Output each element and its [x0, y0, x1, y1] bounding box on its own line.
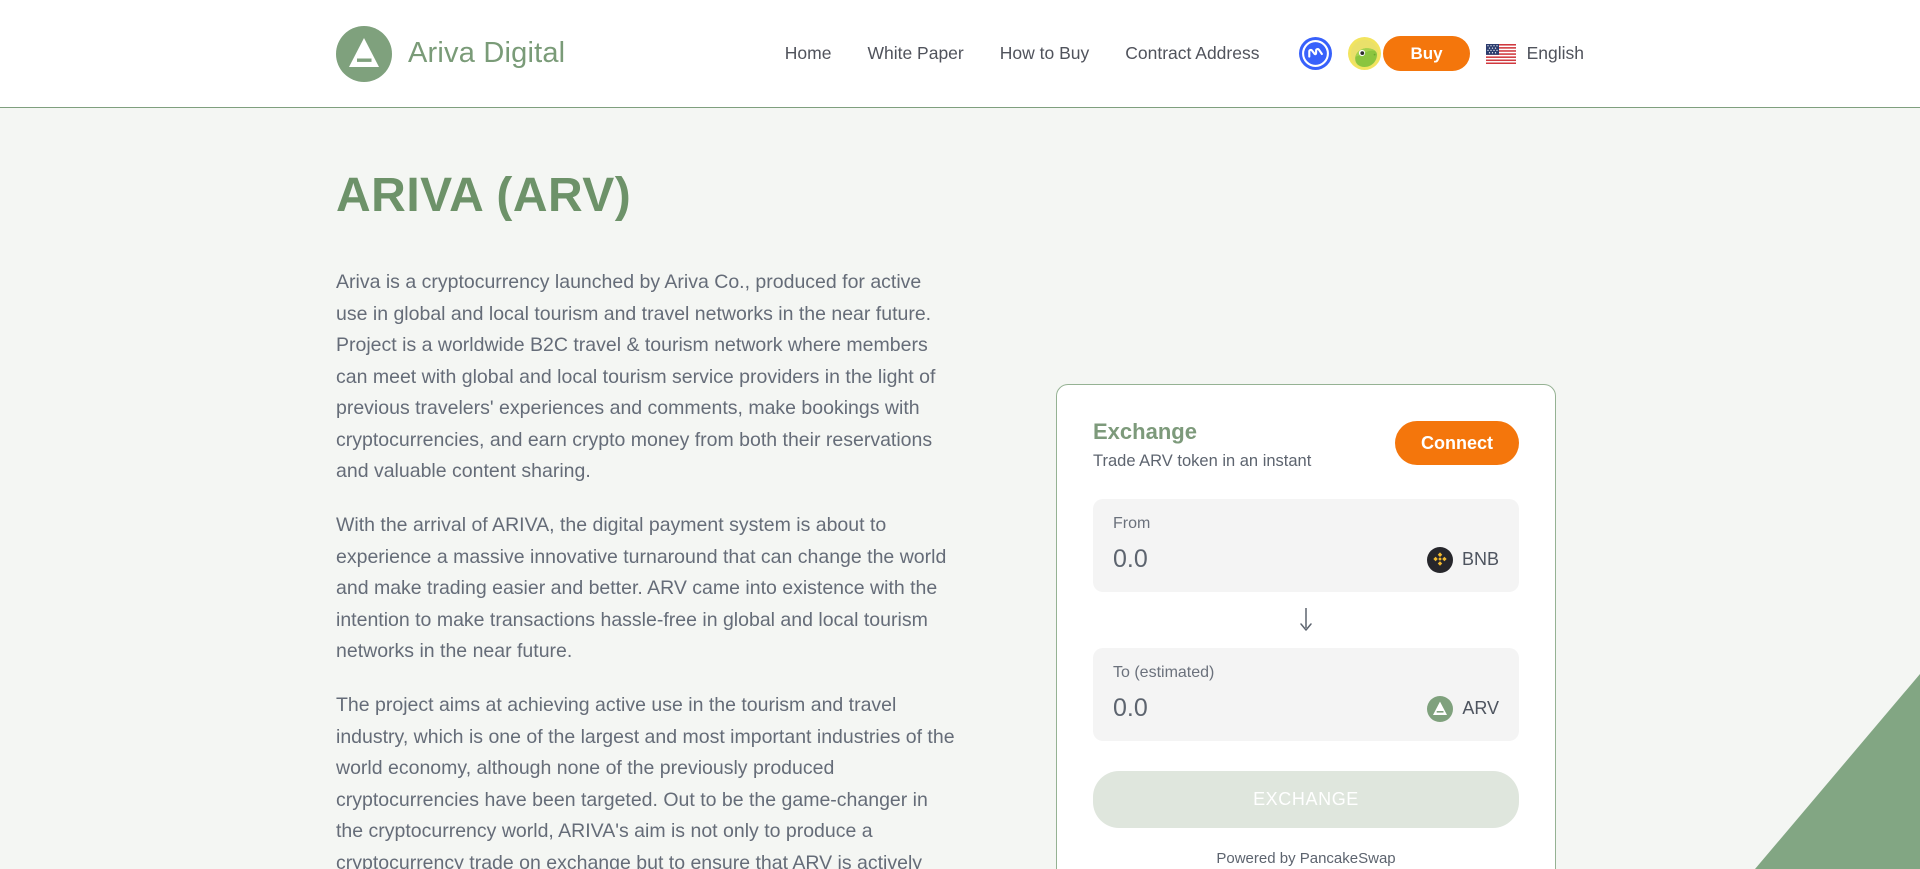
hero-content: ARIVA (ARV) Ariva is a cryptocurrency la… — [336, 108, 956, 869]
exchange-card: Exchange Trade ARV token in an instant C… — [1056, 384, 1556, 869]
swap-to-token-symbol: ARV — [1462, 698, 1499, 718]
nav-link-white-paper[interactable]: White Paper — [849, 43, 981, 64]
swap-to-token-selector[interactable]: ARV — [1427, 695, 1499, 722]
exchange-submit-button[interactable]: EXCHANGE — [1093, 771, 1519, 828]
us-flag-icon — [1485, 43, 1516, 64]
swap-from-token-symbol: BNB — [1461, 549, 1499, 569]
swap-from-field: From 0.0 BNB — [1093, 499, 1519, 592]
arrow-down-icon — [1298, 607, 1314, 633]
swap-from-label: From — [1113, 515, 1151, 532]
swap-to-row: ARV — [1113, 694, 1499, 723]
page-title: ARIVA (ARV) — [336, 169, 632, 222]
brand-logo-link[interactable]: Ariva Digital — [336, 25, 566, 82]
exchange-card-header: Exchange Trade ARV token in an instant C… — [1093, 419, 1519, 471]
binance-bnb-icon — [1426, 546, 1453, 573]
swap-to-field: To (estimated) ARV — [1093, 648, 1519, 741]
coingecko-icon[interactable] — [1348, 37, 1382, 70]
exchange-widget-column: Exchange Trade ARV token in an instant C… — [1056, 108, 1556, 869]
nav-icon-group — [1299, 37, 1382, 70]
language-selector[interactable]: English — [1485, 43, 1584, 64]
swap-to-amount-input[interactable] — [1113, 694, 1384, 723]
swap-from-amount-input[interactable] — [1113, 545, 1384, 574]
language-label: English — [1526, 43, 1584, 63]
exchange-card-titles: Exchange Trade ARV token in an instant — [1093, 419, 1311, 471]
nav-link-how-to-buy[interactable]: How to Buy — [982, 43, 1107, 64]
swap-to-label: To (estimated) — [1113, 664, 1215, 681]
swap-from-row: BNB — [1113, 545, 1499, 574]
powered-by-label: Powered by PancakeSwap — [1216, 850, 1396, 867]
coinmarketcap-icon[interactable] — [1299, 37, 1333, 70]
site-header: Ariva Digital Home White Paper How to Bu… — [0, 0, 1920, 108]
ariva-a-logo-icon — [336, 25, 392, 82]
connect-wallet-button[interactable]: Connect — [1395, 421, 1519, 465]
exchange-subtitle: Trade ARV token in an instant — [1093, 452, 1312, 470]
nav-link-home[interactable]: Home — [785, 43, 850, 64]
nav-link-contract-address[interactable]: Contract Address — [1107, 43, 1277, 64]
ariva-arv-icon — [1427, 695, 1454, 722]
header-inner: Ariva Digital Home White Paper How to Bu… — [0, 25, 1920, 82]
hero-paragraph-2: With the arrival of ARIVA, the digital p… — [336, 514, 947, 663]
page-main: ARIVA (ARV) Ariva is a cryptocurrency la… — [0, 108, 1920, 869]
swap-direction-toggle[interactable] — [1093, 592, 1519, 648]
brand-name: Ariva Digital — [408, 37, 566, 69]
main-navigation: Home White Paper How to Buy Contract Add… — [785, 36, 1584, 71]
hero-paragraph-1: Ariva is a cryptocurrency launched by Ar… — [336, 271, 936, 483]
swap-from-token-selector[interactable]: BNB — [1426, 546, 1499, 573]
buy-button[interactable]: Buy — [1383, 36, 1470, 71]
exchange-title: Exchange — [1093, 419, 1197, 444]
hero-paragraph-3: The project aims at achieving active use… — [336, 693, 955, 869]
